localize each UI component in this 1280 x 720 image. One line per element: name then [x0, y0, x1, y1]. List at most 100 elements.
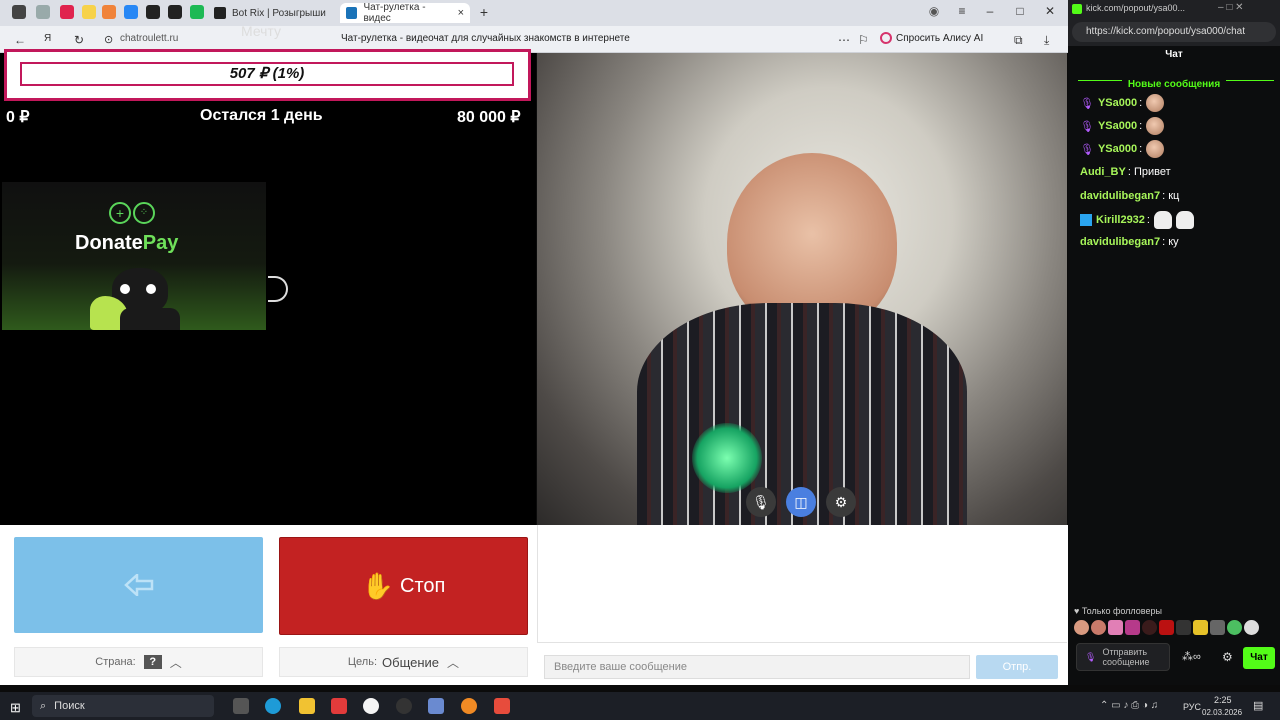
task-view-icon[interactable] [233, 698, 249, 714]
donatepay-word-pay: Pay [142, 232, 179, 254]
donatepay-banner: + ⁘ DonatePay [2, 182, 266, 330]
chat-username[interactable]: Audi_BY [1080, 166, 1126, 178]
message-input[interactable]: Введите ваше сообщение [544, 655, 970, 679]
chat-message: 🎙 YSa000: [1080, 94, 1165, 112]
chat-message: Audi_BY: Привет [1080, 166, 1171, 178]
close-window-icon[interactable]: ✕ [1040, 4, 1060, 18]
chat-message: davidulibegan7: кц [1080, 190, 1180, 202]
windows-start-icon[interactable]: ⊞ [10, 700, 21, 716]
chat-username[interactable]: YSa000 [1098, 97, 1137, 109]
chat-tab-url: kick.com/popout/ysa00... [1086, 3, 1186, 13]
bookmark-icon[interactable]: ⚐ [858, 33, 869, 47]
url-text[interactable]: chatroulett.ru [120, 33, 178, 44]
extensions-icon[interactable]: ⧉ [1014, 33, 1023, 48]
clock-time[interactable]: 2:25 [1214, 695, 1232, 705]
chat-message-input[interactable]: 🎙 Отправить сообщение [1076, 643, 1170, 671]
chevron-up-icon: ︿ [447, 655, 460, 670]
camera-switch-button[interactable]: ◫ [786, 487, 816, 517]
notification-icon[interactable]: ▤ [1253, 699, 1263, 712]
tab-icon[interactable] [190, 5, 204, 19]
chat-text: ку [1168, 236, 1179, 248]
chat-username[interactable]: Kirill2932 [1096, 214, 1145, 226]
send-button[interactable]: Отпр. [976, 655, 1058, 679]
chat-message: Kirill2932: [1080, 211, 1194, 229]
emote-picker-icon[interactable]: ⁂∞ [1182, 650, 1201, 663]
chat-window-titlebar: kick.com/popout/ysa00... – □ ✕ https://k… [1068, 0, 1280, 46]
chat-settings-icon[interactable]: ⚙ [1222, 650, 1233, 664]
chat-text: кц [1168, 190, 1180, 202]
video-settings-button[interactable]: ⚙ [826, 487, 856, 517]
maximize-icon[interactable]: □ [1010, 4, 1030, 18]
language-indicator[interactable]: РУС [1183, 702, 1201, 712]
yandex-app-icon[interactable] [331, 698, 347, 714]
back-icon[interactable]: ← [14, 33, 26, 47]
new-messages-label: Новые сообщения [1121, 79, 1227, 90]
taskbar-search[interactable]: ⌕ Поиск [32, 695, 214, 717]
chat-title: Чат [1165, 49, 1183, 60]
chat-username[interactable]: YSa000 [1098, 120, 1137, 132]
botrix-icon [214, 7, 226, 19]
country-selector[interactable]: Страна: ? ︿ [14, 647, 263, 677]
goal-selector[interactable]: Цель: Общение ︿ [279, 647, 528, 677]
reload-icon[interactable]: ↻ [74, 33, 84, 47]
minimize-icon[interactable]: – [980, 4, 1000, 18]
chat-message: 🎙 YSa000: [1080, 140, 1165, 158]
chat-username[interactable]: davidulibegan7 [1080, 190, 1160, 202]
chat-username[interactable]: YSa000 [1098, 143, 1137, 155]
heart-icon: ♥ [1074, 606, 1080, 616]
alice-icon [880, 32, 892, 44]
tab-chatroulette[interactable]: Чат-рулетка - видес × [340, 2, 470, 24]
clock-date[interactable]: 02.03.2026 [1202, 708, 1242, 717]
file-explorer-icon[interactable] [299, 698, 315, 714]
stream-overlay-text: Мечту [241, 23, 282, 39]
country-flag: ? [143, 655, 162, 669]
more-icon[interactable]: ⋯ [838, 33, 850, 47]
chat-username[interactable]: davidulibegan7 [1080, 236, 1160, 248]
obs-icon[interactable] [396, 698, 412, 714]
app-icon[interactable] [428, 698, 444, 714]
tab-icon[interactable] [124, 5, 138, 19]
goal-select-value: Общение [382, 654, 440, 670]
app-icon[interactable] [494, 698, 510, 714]
tab-icon[interactable] [102, 5, 116, 19]
tab-icon[interactable] [82, 5, 96, 19]
browser-tab-bar: Bot Rix | Розыгрыши Чат-рулетка - видес … [0, 0, 1068, 26]
followers-only-label: Только фолловеры [1081, 606, 1162, 616]
profile-icon[interactable]: ◉ [924, 4, 944, 18]
chat-url-bar[interactable]: https://kick.com/popout/ysa000/chat [1072, 22, 1276, 42]
kick-icon [1072, 4, 1082, 14]
tab-icon[interactable] [60, 5, 74, 19]
tab-icon[interactable] [146, 5, 160, 19]
app-icon[interactable] [461, 698, 477, 714]
yandex-browser-icon[interactable] [363, 698, 379, 714]
download-icon[interactable]: ⤓ [1044, 33, 1049, 48]
tab-botrix[interactable]: Bot Rix | Розыгрыши [208, 3, 338, 23]
mic-badge-icon: 🎙 [1080, 97, 1094, 110]
tab-icon[interactable] [168, 5, 182, 19]
chat-window-controls[interactable]: – □ ✕ [1218, 2, 1244, 13]
close-tab-icon[interactable]: × [458, 7, 464, 19]
ghost-emote-icon [1153, 211, 1172, 229]
emote-bar[interactable] [1074, 620, 1270, 637]
emote-icon [1146, 140, 1165, 158]
chevron-up-icon: ︿ [169, 655, 182, 670]
chat-send-button[interactable]: Чат [1243, 647, 1275, 669]
yandex-icon[interactable]: Я [44, 33, 51, 44]
tab-label: Bot Rix | Розыгрыши [232, 7, 326, 19]
menu-icon[interactable]: ≡ [952, 4, 972, 18]
next-button[interactable] [14, 537, 263, 633]
followers-only-notice: ♥ Только фолловеры [1074, 606, 1162, 616]
hand-icon: ✋ [361, 570, 395, 601]
new-tab-button[interactable]: + [474, 4, 494, 20]
stop-button[interactable]: ✋ Стоп [279, 537, 528, 635]
mic-badge-icon: 🎙 [1080, 143, 1094, 156]
donation-goal-amount: 507 ₽ (1%) [20, 62, 514, 86]
tab-icon[interactable] [12, 5, 26, 19]
microphone-button[interactable]: 🎙 [746, 487, 776, 517]
system-tray-icons[interactable]: ⌃ ▭ ♪ ⎙ ◑ ♫ [1100, 700, 1158, 711]
tab-icon[interactable] [36, 5, 50, 19]
edge-icon[interactable] [265, 698, 281, 714]
alice-button[interactable]: Спросить Алису AI [880, 32, 983, 44]
emote-icon [1146, 94, 1165, 112]
text-chat-area [537, 525, 1067, 643]
